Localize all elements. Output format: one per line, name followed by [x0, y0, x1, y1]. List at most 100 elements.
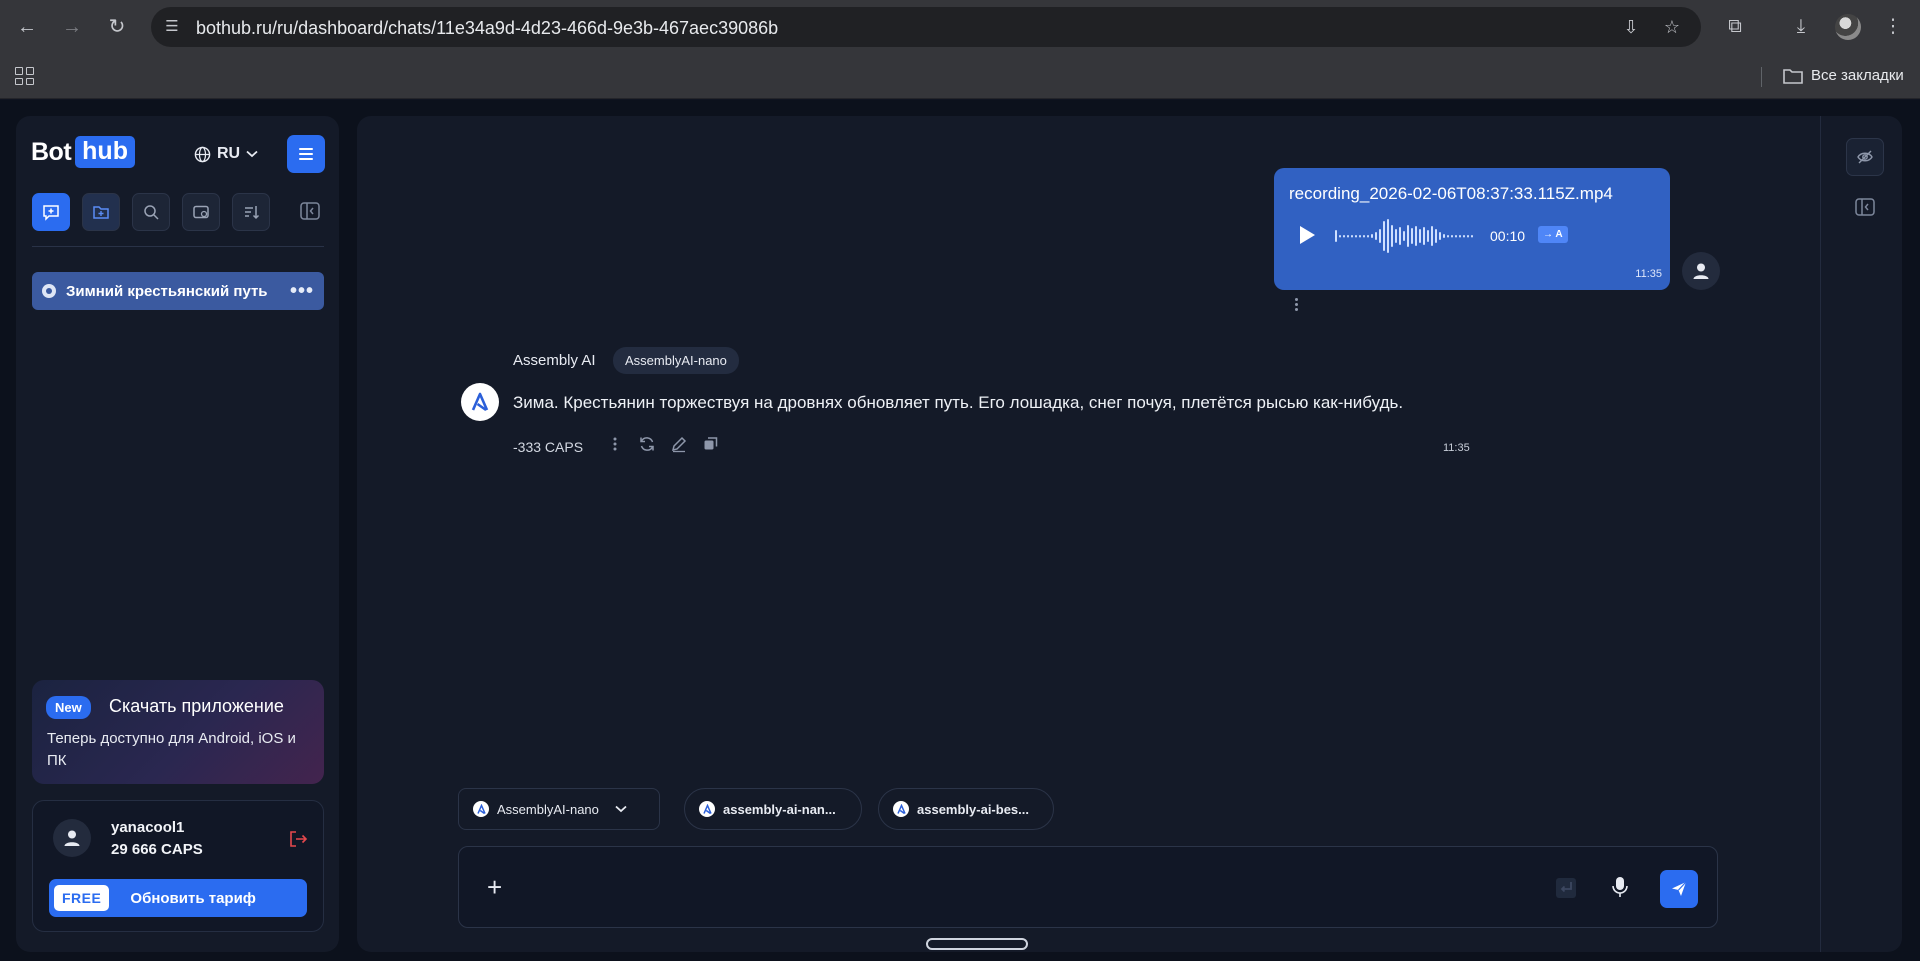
chat-model-icon: [42, 284, 56, 298]
extensions-icon[interactable]: ⧉: [1719, 11, 1751, 43]
eye-off-icon: [1857, 150, 1873, 164]
microphone-icon[interactable]: [1609, 875, 1631, 899]
bot-name: Assembly AI: [513, 352, 596, 369]
audio-duration: 00:10: [1490, 228, 1526, 244]
chat-list-item[interactable]: Зимний крестьянский путь •••: [32, 272, 324, 310]
send-button[interactable]: [1660, 870, 1698, 908]
user-icon: [64, 830, 80, 846]
main-menu-button[interactable]: [287, 135, 325, 173]
plan-badge: FREE: [54, 885, 110, 911]
username: yanacool1: [111, 819, 185, 836]
message-cost: -333 CAPS: [513, 439, 584, 455]
right-rail-divider: [1820, 116, 1821, 952]
language-selector[interactable]: RU: [194, 145, 258, 163]
new-chat-button[interactable]: [32, 193, 70, 231]
chat-options-icon[interactable]: •••: [290, 281, 314, 301]
image-icon: [193, 205, 209, 219]
logo-bot-text: Bot: [31, 137, 72, 166]
assemblyai-logo-icon: [893, 801, 909, 817]
profile-avatar[interactable]: [1835, 14, 1861, 40]
caps-balance: 29 666 CAPS: [111, 841, 203, 858]
bookmarks-bar: Все закладки: [0, 54, 1920, 99]
regenerate-icon[interactable]: [638, 435, 656, 453]
upgrade-plan-button[interactable]: FREE Обновить тариф: [49, 879, 307, 917]
logout-icon[interactable]: [288, 829, 308, 849]
audio-waveform[interactable]: [1334, 218, 1474, 254]
upgrade-label: Обновить тариф: [130, 889, 256, 907]
forward-icon[interactable]: →: [56, 11, 88, 43]
assemblyai-logo-icon: [699, 801, 715, 817]
audio-filename: recording_2026-02-06T08:37:33.115Z.mp4: [1289, 184, 1613, 203]
new-badge: New: [46, 696, 91, 719]
browser-menu-icon[interactable]: ⋮: [1877, 11, 1909, 43]
edit-icon[interactable]: [670, 435, 688, 453]
sidebar-toolbar: [32, 193, 270, 231]
new-chat-icon: [43, 205, 59, 221]
bot-model-badge: AssemblyAI-nano: [613, 347, 739, 374]
bothub-logo[interactable]: Bot hub: [31, 136, 135, 168]
more-options-icon[interactable]: [606, 435, 624, 453]
downloads-icon[interactable]: ⤓: [1785, 11, 1817, 43]
assemblyai-logo-icon: [471, 392, 489, 412]
enter-key-icon[interactable]: [1555, 877, 1577, 899]
search-button[interactable]: [132, 193, 170, 231]
language-code: RU: [217, 145, 241, 162]
user-message-avatar: [1682, 252, 1720, 290]
download-app-banner[interactable]: New Скачать приложение Теперь доступно д…: [32, 680, 324, 784]
resize-handle[interactable]: [926, 938, 1028, 950]
copy-icon[interactable]: [702, 435, 720, 453]
promo-text: Теперь доступно для Android, iOS и ПК: [47, 730, 296, 769]
message-actions: [606, 435, 720, 453]
install-app-icon[interactable]: ⇩: [1618, 15, 1644, 39]
bookmark-star-icon[interactable]: ☆: [1659, 15, 1685, 39]
globe-icon: [194, 146, 211, 162]
folder-icon: [1783, 69, 1803, 84]
bot-avatar: [461, 383, 499, 421]
hide-panel-button[interactable]: [1846, 138, 1884, 176]
model-selector[interactable]: AssemblyAI-nano: [458, 788, 660, 830]
new-folder-button[interactable]: [82, 193, 120, 231]
sort-chats-button[interactable]: [232, 193, 270, 231]
bot-message-text: Зима. Крестьянин торжествуя на дровнях о…: [513, 393, 1404, 412]
play-icon[interactable]: [1300, 226, 1315, 244]
address-bar[interactable]: ☰ bothub.ru/ru/dashboard/chats/11e34a9d-…: [151, 7, 1701, 47]
sidebar: Bot hub RU Зимний крестьянский путь ••• …: [16, 116, 339, 952]
suggested-model-chip[interactable]: assembly-ai-bes...: [878, 788, 1054, 830]
chevron-down-icon: [615, 805, 627, 813]
transcribe-button[interactable]: → A: [1538, 226, 1568, 243]
suggested-model-label: assembly-ai-bes...: [917, 801, 1029, 817]
chat-title: Зимний крестьянский путь: [66, 282, 268, 300]
user-avatar[interactable]: [53, 819, 91, 857]
logo-hub-text: hub: [75, 136, 135, 168]
bot-message-time: 11:35: [1443, 442, 1470, 454]
message-options-icon[interactable]: [1291, 294, 1301, 314]
sidebar-divider: [32, 246, 324, 247]
bookmarks-divider: [1761, 67, 1762, 87]
search-icon: [144, 205, 159, 220]
message-input[interactable]: +: [458, 846, 1718, 928]
all-bookmarks-link[interactable]: Все закладки: [1811, 67, 1904, 84]
url-text[interactable]: bothub.ru/ru/dashboard/chats/11e34a9d-4d…: [196, 18, 778, 39]
chevron-down-icon: [246, 150, 258, 158]
attach-button[interactable]: +: [487, 873, 502, 901]
sort-icon: [245, 206, 260, 220]
site-settings-icon[interactable]: ☰: [161, 17, 183, 37]
suggested-model-label: assembly-ai-nan...: [723, 801, 836, 817]
user-audio-message: recording_2026-02-06T08:37:33.115Z.mp4 0…: [1274, 168, 1670, 290]
assemblyai-logo-icon: [473, 801, 489, 817]
message-time: 11:35: [1635, 268, 1662, 280]
selected-model-label: AssemblyAI-nano: [497, 801, 599, 817]
back-icon[interactable]: ←: [11, 11, 43, 43]
user-icon: [1693, 263, 1709, 279]
suggested-model-chip[interactable]: assembly-ai-nan...: [684, 788, 862, 830]
apps-grid-icon[interactable]: [12, 64, 36, 88]
media-gallery-button[interactable]: [182, 193, 220, 231]
user-card: yanacool1 29 666 CAPS FREE Обновить тари…: [32, 800, 324, 932]
promo-title: Скачать приложение: [109, 696, 284, 716]
folder-plus-icon: [93, 206, 109, 219]
expand-panel-icon[interactable]: [1854, 196, 1876, 218]
collapse-sidebar-icon[interactable]: [299, 200, 321, 222]
send-icon: [1672, 881, 1687, 896]
reload-icon[interactable]: ↻: [101, 11, 133, 43]
browser-toolbar: ← → ↻ ☰ bothub.ru/ru/dashboard/chats/11e…: [0, 0, 1920, 54]
